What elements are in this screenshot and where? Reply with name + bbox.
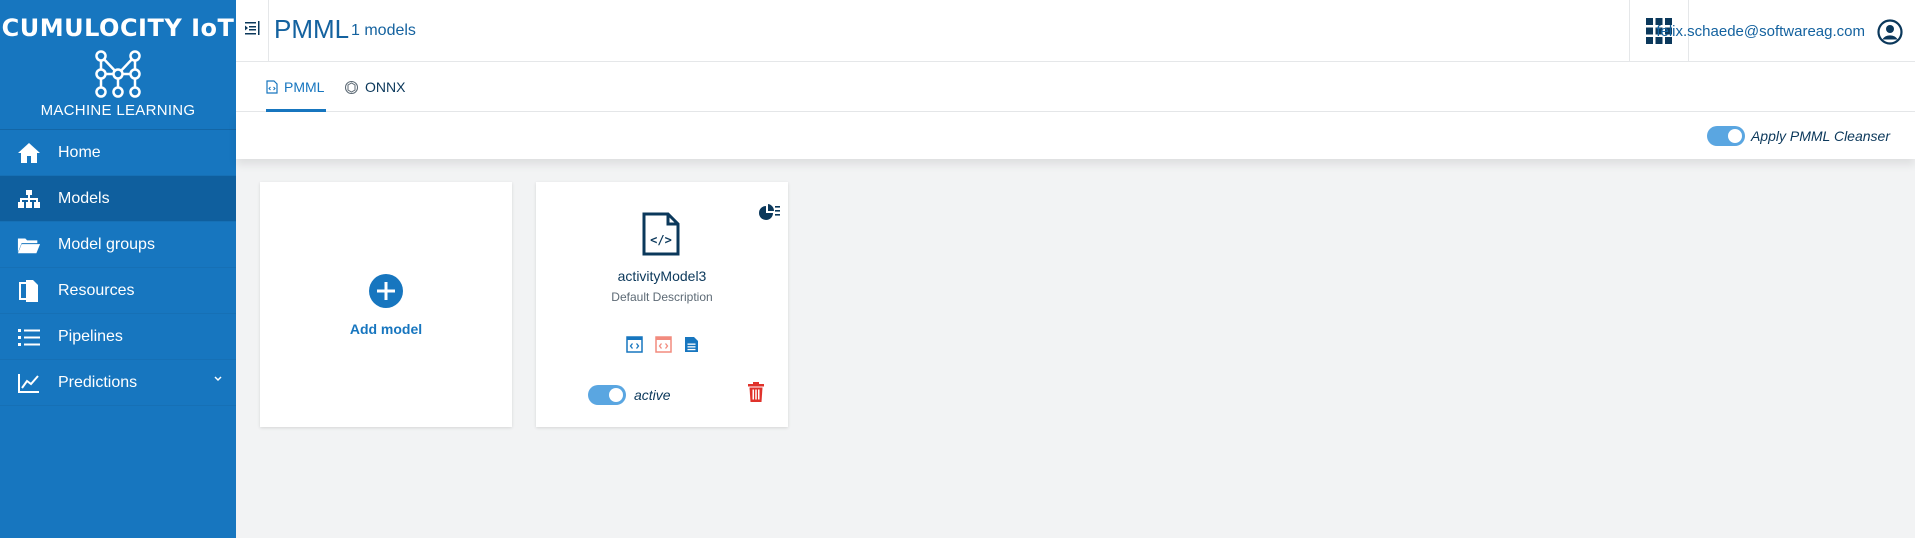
cleanser-switch[interactable] — [1706, 126, 1745, 146]
code-edit-icon[interactable] — [654, 336, 672, 353]
nav-item-model-groups[interactable]: Model groups — [0, 222, 236, 268]
page-title: PMML — [274, 14, 350, 44]
pmml-file-icon: </> — [642, 212, 680, 256]
documents-icon — [17, 279, 41, 303]
folder-icon — [17, 233, 41, 257]
brand-subtitle: MACHINE LEARNING — [40, 102, 196, 119]
nav-item-label: Model groups — [58, 235, 155, 253]
model-actions — [536, 336, 788, 353]
user-email[interactable]: felix.schaede@softwareag.com — [1656, 23, 1865, 40]
active-label: active — [634, 387, 671, 403]
tab-label: PMML — [284, 79, 325, 95]
tabs-bar: PMML ONNX — [236, 62, 1915, 112]
model-name: activityModel3 — [617, 268, 707, 284]
tab-onnx[interactable]: ONNX — [344, 62, 405, 112]
list-icon — [17, 325, 41, 349]
machine-learning-logo-icon — [95, 50, 141, 98]
pmml-cleanser-toggle[interactable]: Apply PMML Cleanser — [1706, 126, 1890, 146]
tab-pmml[interactable]: PMML — [266, 62, 326, 112]
line-chart-icon — [17, 371, 41, 395]
nav-item-home[interactable]: Home — [0, 130, 236, 176]
home-icon — [17, 141, 41, 165]
nav-item-label: Predictions — [58, 373, 138, 391]
sitemap-icon — [17, 187, 41, 211]
sidebar: CUMULOCITY IoT MACHINE LEARNING Home Mod — [0, 0, 236, 538]
svg-text:</>: </> — [650, 233, 672, 247]
brand-title: CUMULOCITY IoT — [1, 14, 235, 42]
document-icon[interactable] — [684, 336, 699, 353]
brand: CUMULOCITY IoT MACHINE LEARNING — [0, 0, 236, 130]
model-description: Default Description — [611, 290, 713, 304]
model-card: </> activityModel3 Default Description a… — [536, 182, 788, 427]
toggle-sidebar-icon[interactable] — [245, 20, 261, 36]
model-active-toggle[interactable]: active — [588, 385, 671, 405]
nav-item-models[interactable]: Models — [0, 176, 236, 222]
tab-label: ONNX — [365, 79, 406, 95]
nav-item-predictions[interactable]: Predictions — [0, 360, 236, 406]
add-model-label[interactable]: Add model — [260, 321, 512, 337]
nav-item-label: Models — [58, 189, 110, 207]
code-view-icon[interactable] — [625, 336, 643, 353]
header: PMML 1 models felix.schaede@softwareag.c… — [236, 0, 1915, 62]
onnx-icon — [344, 80, 359, 94]
action-bar: Apply PMML Cleanser — [236, 112, 1915, 159]
nav-item-label: Pipelines — [58, 327, 123, 345]
chevron-down-icon — [214, 376, 222, 382]
user-icon[interactable] — [1877, 19, 1903, 45]
page-subtitle: 1 models — [351, 22, 416, 39]
nav-item-pipelines[interactable]: Pipelines — [0, 314, 236, 360]
code-file-icon — [266, 80, 278, 94]
nav-item-label: Resources — [58, 281, 135, 299]
nav-item-label: Home — [58, 143, 101, 161]
pie-chart-list-icon[interactable] — [758, 204, 780, 222]
cleanser-label: Apply PMML Cleanser — [1750, 128, 1890, 144]
nav-item-resources[interactable]: Resources — [0, 268, 236, 314]
add-model-card[interactable]: Add model — [260, 182, 512, 427]
plus-circle-icon[interactable] — [369, 274, 403, 308]
header-divider — [268, 0, 269, 62]
active-switch[interactable] — [588, 385, 626, 405]
delete-trash-icon[interactable] — [748, 382, 764, 402]
